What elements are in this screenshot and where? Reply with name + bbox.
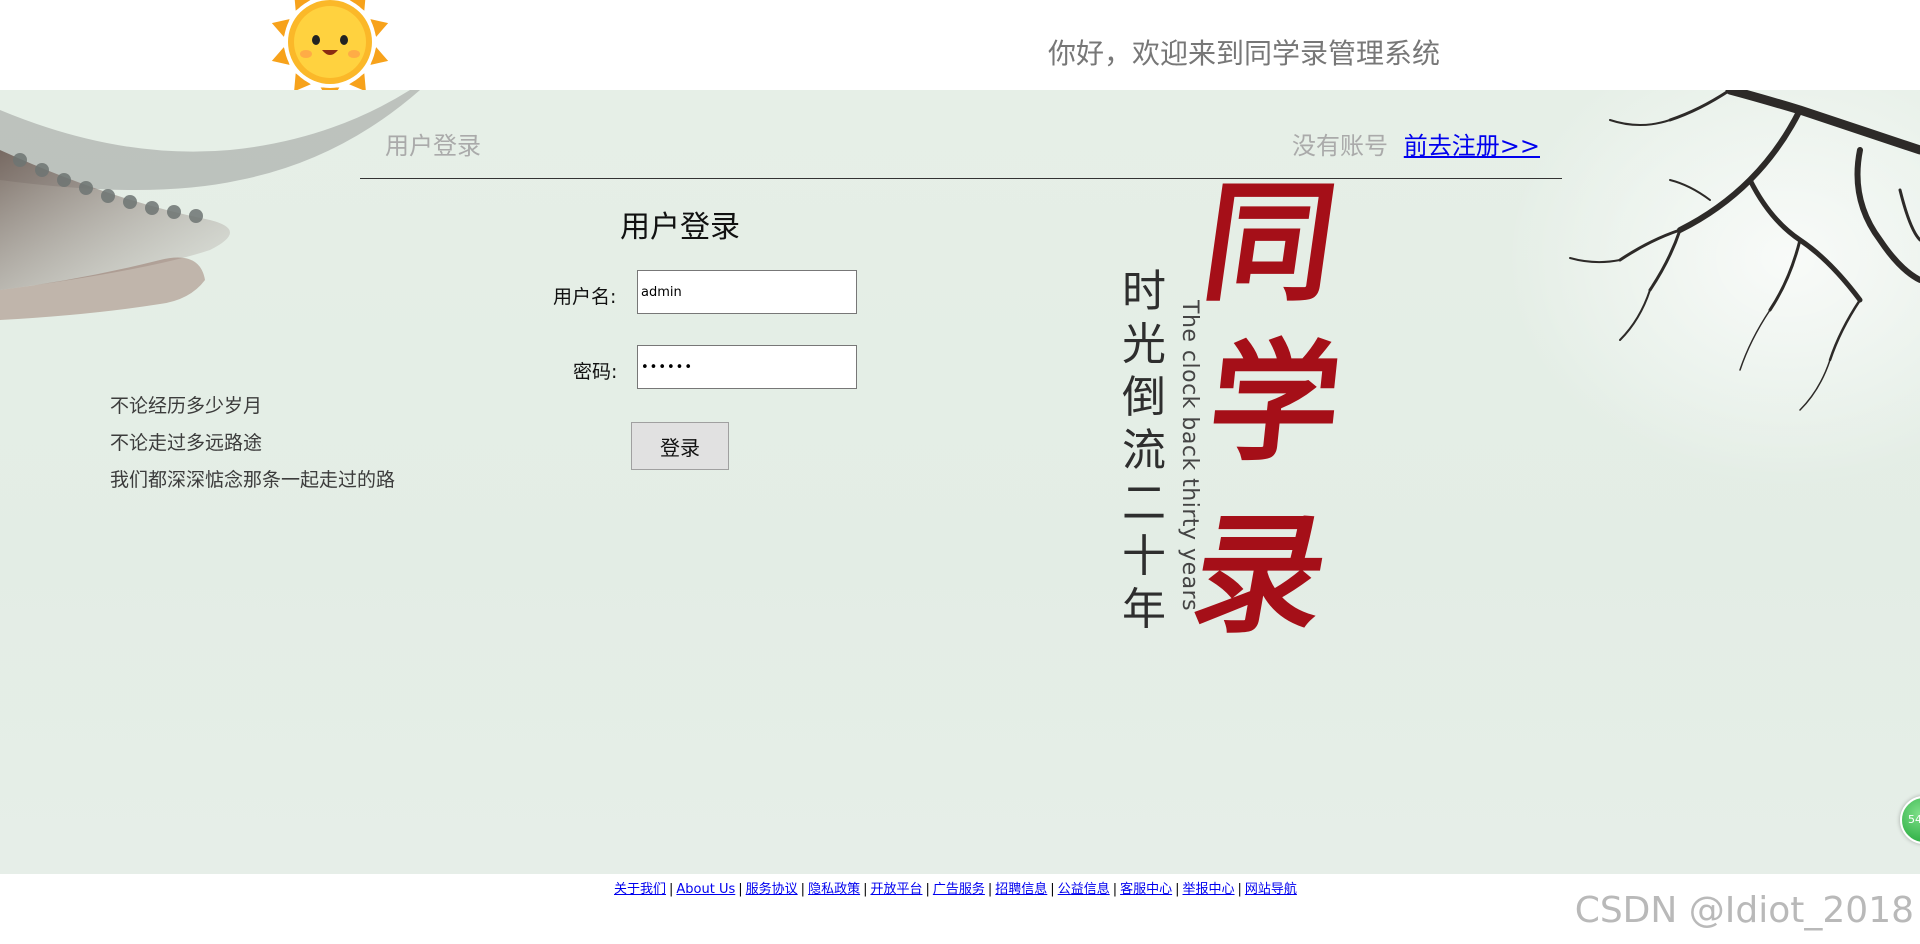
calligraphy-char: 学 (1202, 326, 1349, 479)
separator: | (1237, 882, 1242, 897)
footer-link-privacy[interactable]: 隐私政策 (808, 882, 860, 897)
separator: | (1112, 882, 1118, 897)
separator: | (669, 882, 674, 897)
poem-line: 不论走过多远路途 (110, 432, 263, 454)
username-label: 用户名: (553, 286, 617, 308)
footer-link-sitemap[interactable]: 网站导航 (1245, 882, 1297, 897)
footer-link-ads[interactable]: 广告服务 (933, 882, 985, 897)
calligraphy-char: 录 (1181, 498, 1339, 651)
footer-links: 关于我们 | About Us | 服务协议 | 隐私政策 | 开放平台 | 广告服务 | 招聘信息 | 公… (614, 878, 1297, 897)
register-link[interactable]: 前去注册>> (1404, 126, 1540, 161)
poem-line: 我们都深深惦念那条一起走过的路 (110, 469, 396, 491)
login-button[interactable]: 登录 (631, 422, 729, 470)
floating-assistant-button[interactable]: 54 (1900, 796, 1920, 844)
footer-link-report[interactable]: 举报中心 (1183, 882, 1235, 897)
footer-link-about[interactable]: 关于我们 (614, 882, 666, 897)
calligraphy-char: 同 (1194, 166, 1346, 319)
footer-link-terms[interactable]: 服务协议 (746, 882, 798, 897)
footer-link-support[interactable]: 客服中心 (1120, 882, 1172, 897)
password-input[interactable] (637, 345, 857, 389)
form-title: 用户登录 (620, 210, 740, 245)
separator: | (1050, 882, 1055, 897)
footer: 关于我们 | About Us | 服务协议 | 隐私政策 | 开放平台 | 广告服务 | 招聘信息 | 公… (0, 874, 1920, 944)
no-account-text: 没有账号 (1292, 132, 1388, 160)
welcome-text: 你好，欢迎来到同学录管理系统 (1048, 37, 1441, 70)
main-area: 用户登录 没有账号 前去注册>> 不论经历多少岁月 不论走过多远路途 我们都深深… (0, 90, 1920, 874)
password-label: 密码: (573, 361, 618, 383)
separator: | (925, 882, 930, 897)
page: 你好，欢迎来到同学录管理系统 用户登录 没有账号 前去注册>> 不论经历多少岁月… (0, 0, 1920, 944)
header: 你好，欢迎来到同学录管理系统 (0, 0, 1920, 109)
footer-link-open-platform[interactable]: 开放平台 (870, 882, 922, 897)
nav-title: 用户登录 (385, 132, 481, 160)
footer-link-jobs[interactable]: 招聘信息 (995, 882, 1047, 897)
separator: | (987, 882, 993, 897)
csdn-watermark: CSDN @Idiot_2018 (1574, 890, 1914, 931)
separator: | (800, 882, 806, 897)
poem-line: 不论经历多少岁月 (110, 395, 263, 417)
poem: 不论经历多少岁月 不论走过多远路途 我们都深深惦念那条一起走过的路 (110, 388, 395, 499)
separator: | (863, 882, 868, 897)
vertical-slogan-cn: 时光倒流二十年 (1122, 266, 1166, 635)
footer-link-charity[interactable]: 公益信息 (1058, 882, 1110, 897)
footer-link-about-us[interactable]: About Us (676, 882, 735, 897)
tree-branch-decoration (1569, 90, 1920, 411)
nav-bar: 用户登录 没有账号 前去注册>> (360, 90, 1562, 179)
separator: | (738, 882, 743, 897)
username-input[interactable] (637, 270, 857, 314)
separator: | (1175, 882, 1180, 897)
eaves-decoration (0, 90, 420, 320)
